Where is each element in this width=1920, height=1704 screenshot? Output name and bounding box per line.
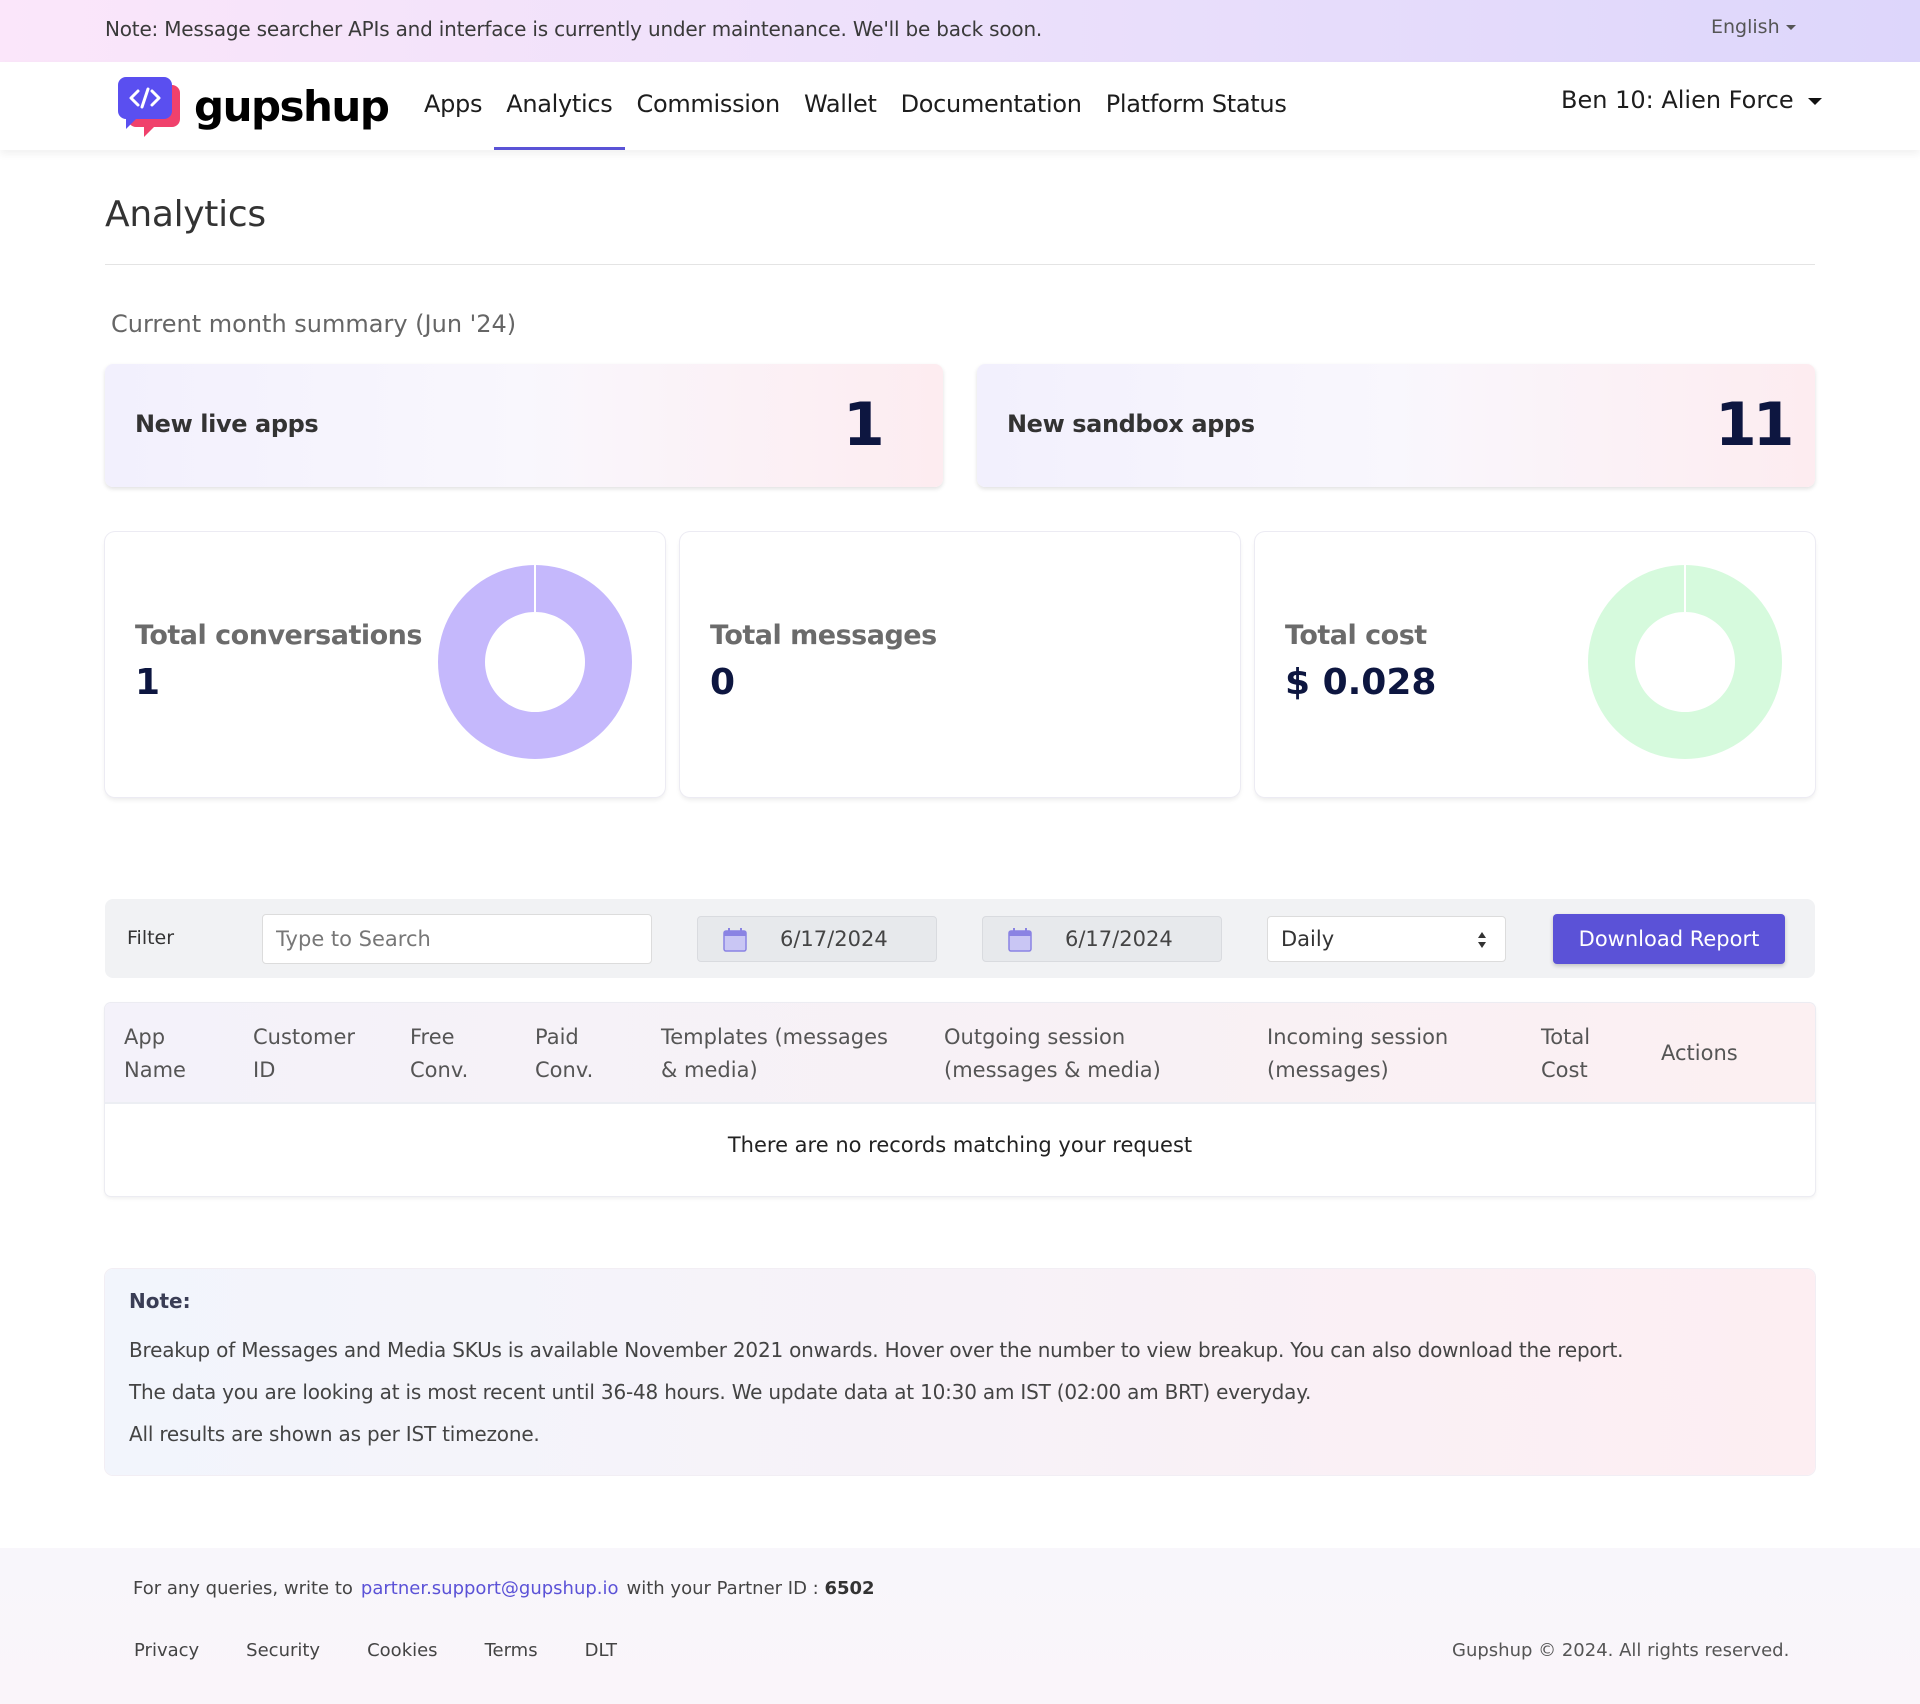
granularity-value: Daily [1281, 927, 1335, 951]
footer-link-dlt[interactable]: DLT [585, 1640, 617, 1661]
card-value: 1 [135, 662, 161, 703]
card-label: Total cost [1285, 620, 1427, 651]
note-line: Breakup of Messages and Media SKUs is av… [129, 1338, 1624, 1362]
note-title: Note: [129, 1289, 191, 1313]
new-sandbox-apps-card: New sandbox apps 11 [977, 364, 1815, 487]
total-conversations-card: Total conversations 1 [105, 532, 665, 797]
navbar: gupshup Apps Analytics Commission Wallet… [0, 62, 1920, 150]
column-header-total-cost[interactable]: Total Cost [1541, 1021, 1590, 1087]
maintenance-notice: Note: Message searcher APIs and interfac… [105, 17, 1043, 41]
support-contact: For any queries, write to partner.support… [133, 1578, 875, 1599]
summary-label: Current month summary (Jun '24) [111, 310, 517, 338]
nav-item-documentation[interactable]: Documentation [889, 62, 1094, 150]
card-label: Total conversations [135, 620, 422, 651]
card-value: $ 0.028 [1285, 662, 1437, 703]
note-line: All results are shown as per IST timezon… [129, 1422, 540, 1446]
nav-item-commission[interactable]: Commission [625, 62, 792, 150]
calendar-icon [723, 928, 747, 952]
account-name: Ben 10: Alien Force [1561, 86, 1794, 114]
filter-bar: Filter 6/17/2024 6/17/2024 Daily Downloa… [105, 899, 1815, 978]
support-email-link[interactable]: partner.support@gupshup.io [361, 1578, 619, 1599]
column-header-actions: Actions [1661, 1041, 1738, 1065]
total-messages-card: Total messages 0 [680, 532, 1240, 797]
empty-table-message: There are no records matching your reque… [727, 1133, 1193, 1157]
column-header-incoming-session[interactable]: Incoming session (messages) [1267, 1021, 1448, 1087]
support-prefix: For any queries, write to [133, 1578, 353, 1599]
partner-id: 6502 [824, 1578, 875, 1599]
footer-links: Privacy Security Cookies Terms DLT [134, 1640, 664, 1661]
language-dropdown[interactable]: English [1711, 16, 1796, 38]
start-date-picker[interactable]: 6/17/2024 [697, 916, 937, 962]
main-nav: Apps Analytics Commission Wallet Documen… [412, 62, 1299, 150]
maintenance-banner: Note: Message searcher APIs and interfac… [0, 0, 1920, 62]
card-value: 1 [843, 390, 885, 460]
brand-name: gupshup [194, 81, 390, 131]
column-header-app-name[interactable]: App Name [124, 1021, 186, 1087]
table-header: App Name Customer ID Free Conv. Paid Conv. T… [105, 1003, 1815, 1104]
card-label: Total messages [710, 620, 937, 651]
caret-down-icon [1785, 25, 1796, 30]
language-label: English [1711, 16, 1780, 38]
column-header-outgoing-session[interactable]: Outgoing session (messages & media) [944, 1021, 1161, 1087]
start-date-value: 6/17/2024 [780, 927, 888, 951]
column-header-free-conv[interactable]: Free Conv. [410, 1021, 468, 1087]
sort-arrows-icon [1478, 932, 1486, 948]
nav-item-analytics[interactable]: Analytics [494, 62, 625, 150]
cost-donut-chart[interactable] [1585, 562, 1785, 762]
card-value: 11 [1715, 390, 1794, 460]
page-title: Analytics [105, 194, 266, 235]
granularity-select[interactable]: Daily [1267, 916, 1506, 962]
card-label: New live apps [135, 410, 319, 438]
footer-link-privacy[interactable]: Privacy [134, 1640, 199, 1661]
analytics-table: App Name Customer ID Free Conv. Paid Conv. T… [105, 1003, 1815, 1196]
card-label: New sandbox apps [1007, 410, 1255, 438]
caret-down-icon [1807, 97, 1822, 105]
copyright: Gupshup © 2024. All rights reserved. [1452, 1640, 1790, 1661]
footer-link-terms[interactable]: Terms [485, 1640, 538, 1661]
end-date-value: 6/17/2024 [1065, 927, 1173, 951]
column-header-paid-conv[interactable]: Paid Conv. [535, 1021, 593, 1087]
title-divider [105, 264, 1815, 265]
column-header-customer-id[interactable]: Customer ID [253, 1021, 355, 1087]
filter-label: Filter [127, 927, 175, 949]
brand-logo[interactable]: gupshup [118, 73, 390, 139]
calendar-icon [1008, 928, 1032, 952]
nav-item-apps[interactable]: Apps [412, 62, 494, 150]
search-input[interactable] [262, 914, 652, 964]
end-date-picker[interactable]: 6/17/2024 [982, 916, 1222, 962]
nav-item-wallet[interactable]: Wallet [792, 62, 889, 150]
account-dropdown[interactable]: Ben 10: Alien Force [1561, 86, 1822, 114]
footer-link-cookies[interactable]: Cookies [367, 1640, 437, 1661]
nav-item-platform-status[interactable]: Platform Status [1094, 62, 1299, 150]
conversations-donut-chart[interactable] [435, 562, 635, 762]
total-cost-card: Total cost $ 0.028 [1255, 532, 1815, 797]
footer-link-security[interactable]: Security [246, 1640, 320, 1661]
card-value: 0 [710, 662, 736, 703]
download-report-button[interactable]: Download Report [1553, 914, 1785, 964]
support-suffix: with your Partner ID : [626, 1578, 819, 1599]
note-line: The data you are looking at is most rece… [129, 1380, 1312, 1404]
gupshup-logo-icon [118, 77, 180, 137]
new-live-apps-card: New live apps 1 [105, 364, 943, 487]
footer: For any queries, write to partner.support… [0, 1548, 1920, 1704]
info-note: Note: Breakup of Messages and Media SKUs… [105, 1269, 1815, 1475]
column-header-templates[interactable]: Templates (messages & media) [661, 1021, 888, 1087]
